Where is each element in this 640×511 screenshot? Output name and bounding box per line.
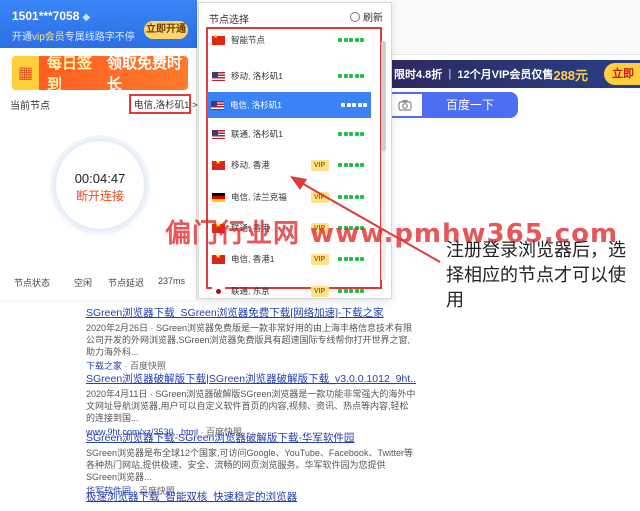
promo-button[interactable]: 立即: [604, 63, 640, 85]
daily-checkin-banner[interactable]: ▦ 每日签到 领取免费时长: [12, 56, 188, 90]
vip-badge: VIP: [310, 159, 329, 171]
node-stats: 节点状态 空闲 节点延迟 237ms: [10, 270, 190, 292]
search-bar: 百度一下: [386, 92, 640, 118]
node-item[interactable]: 移动, 洛杉矶1: [208, 63, 368, 89]
current-node-selector[interactable]: 电信,洛杉矶1 >: [129, 94, 198, 114]
annotation-text: 注册登录浏览器后，选择相应的节点才可以使用: [446, 240, 626, 311]
refresh-label: 刷新: [363, 13, 383, 24]
node-item[interactable]: 电信, 洛杉矶1: [207, 92, 371, 118]
flag-vn-icon: [212, 252, 225, 264]
signal-strength-icon: [337, 38, 364, 42]
vip-suffix: 专属线路字不停: [64, 32, 135, 43]
result-source[interactable]: 下载之家: [86, 361, 122, 371]
current-node-value: 电信,洛杉矶1: [134, 100, 190, 111]
search-result: SGreen浏览器下载_SGreen浏览器免费下载[网络加速]-下载之家 202…: [86, 305, 416, 372]
signal-strength-icon: [337, 74, 364, 78]
result-description: 2020年2月26日 · SGreen浏览器免费版是一款非常好用的由上海丰格信息…: [86, 323, 413, 357]
connection-timer: 00:04:47: [74, 171, 126, 186]
vip-word: vip会员: [32, 32, 65, 43]
refresh-icon: [350, 11, 360, 22]
flag-vn-icon: [212, 158, 225, 170]
signal-strength-icon: [337, 163, 364, 167]
vip-badge: VIP: [310, 191, 329, 203]
result-title[interactable]: 极速浏览器下载_智能双核_快速稳定的浏览器: [86, 489, 416, 504]
node-item[interactable]: 移动, 香港 VIP: [208, 152, 368, 178]
signal-strength-icon: [337, 195, 364, 199]
promo-vip-text: 12个月VIP会员仅售: [457, 69, 554, 81]
vip-prefix: 开通: [12, 32, 32, 43]
flag-de-icon: [212, 192, 225, 202]
node-latency-label: 节点延迟: [108, 278, 145, 288]
node-name: 电信, 洛杉矶1: [230, 100, 282, 110]
signal-strength-icon: [340, 103, 367, 107]
node-status-value: 空闲: [74, 278, 93, 288]
checkin-text: 每日签到: [47, 56, 93, 90]
node-item[interactable]: 联通, 洛杉矶1: [208, 121, 368, 147]
signal-strength-icon: [337, 257, 364, 261]
browser-tab-strip: [390, 0, 640, 55]
flag-us-icon: [212, 71, 225, 81]
search-result: SGreen浏览器下载-SGreen浏览器破解版下载-华军软件园 SGreen浏…: [86, 430, 416, 497]
diamond-icon: ◆: [82, 12, 91, 23]
node-name: 电信, 香港1: [231, 254, 275, 264]
result-title[interactable]: SGreen浏览器下载-SGreen浏览器破解版下载-华军软件园: [86, 430, 416, 445]
result-snapshot[interactable]: 百度快照: [130, 361, 166, 371]
scrollbar-thumb[interactable]: [381, 41, 386, 151]
chevron-right-icon: >: [192, 100, 198, 111]
popup-title: 节点选择: [209, 15, 249, 26]
node-name: 移动, 洛杉矶1: [231, 71, 283, 81]
vip-tagline: 开通vip会员专属线路字不停: [12, 28, 135, 43]
user-account[interactable]: 1501***7058 ◆: [12, 9, 90, 23]
vip-badge: VIP: [310, 253, 329, 265]
node-name: 电信, 法兰克福: [231, 192, 287, 202]
node-name: 联通, 东京: [231, 286, 270, 296]
open-vip-button[interactable]: 立即开通: [144, 21, 188, 39]
flag-cn-icon: [212, 33, 225, 45]
search-result: SGreen浏览器破解版下载|SGreen浏览器破解版下载_v3.0.0.101…: [86, 371, 416, 437]
free-time-text: 领取免费时长: [107, 56, 183, 90]
vpn-client-panel: 1501***7058 ◆ 开通vip会员专属线路字不停 立即开通 ▦ 每日签到 …: [0, 0, 198, 300]
node-item[interactable]: 联通, 东京 VIP: [208, 278, 368, 304]
node-item[interactable]: 电信, 法兰克福 VIP: [208, 184, 368, 210]
calendar-icon: ▦: [12, 56, 39, 90]
baidu-search-button[interactable]: 百度一下: [422, 92, 518, 118]
result-title[interactable]: SGreen浏览器破解版下载|SGreen浏览器破解版下载_v3.0.0.101…: [86, 371, 416, 386]
node-name: 智能节点: [231, 35, 266, 45]
promo-separator: |: [448, 68, 452, 80]
flag-us-icon: [212, 129, 225, 139]
flag-us-icon: [211, 100, 224, 110]
result-title[interactable]: SGreen浏览器下载_SGreen浏览器免费下载[网络加速]-下载之家: [86, 305, 416, 320]
search-result: 极速浏览器下载_智能双核_快速稳定的浏览器: [86, 489, 416, 504]
refresh-button[interactable]: 刷新: [350, 9, 383, 24]
result-description: SGreen浏览器是布全球12个国家,可访问Google、YouTube、Fac…: [86, 448, 413, 482]
user-phone: 1501***7058: [12, 9, 80, 23]
client-header: 1501***7058 ◆ 开通vip会员专属线路字不停 立即开通: [0, 0, 197, 48]
promo-price: 288元: [553, 67, 589, 83]
signal-strength-icon: [337, 132, 364, 136]
current-node-label: 当前节点: [10, 101, 50, 112]
signal-strength-icon: [337, 289, 364, 293]
node-latency-value: 237ms: [158, 276, 186, 286]
promo-limited-text: 限时4.8折: [394, 69, 443, 81]
vip-promo-banner[interactable]: 限时4.8折 | 12个月VIP会员仅售 288元 立即: [386, 60, 640, 88]
node-name: 移动, 香港: [231, 160, 270, 170]
flag-jp-icon: [212, 286, 225, 296]
vip-badge: VIP: [310, 285, 329, 297]
disconnect-button[interactable]: 断开连接: [56, 187, 144, 204]
node-status-label: 节点状态: [14, 278, 51, 288]
node-name: 联通, 洛杉矶1: [231, 129, 283, 139]
result-description: 2020年4月11日 · SGreen浏览器破解版SGreen浏览器是一款功能非…: [86, 389, 416, 423]
node-select-popup: 节点选择 刷新 智能节点移动, 洛杉矶1 电信, 洛杉矶1 联通, 洛杉矶1 移动, …: [198, 2, 392, 299]
node-item[interactable]: 智能节点: [208, 27, 368, 53]
